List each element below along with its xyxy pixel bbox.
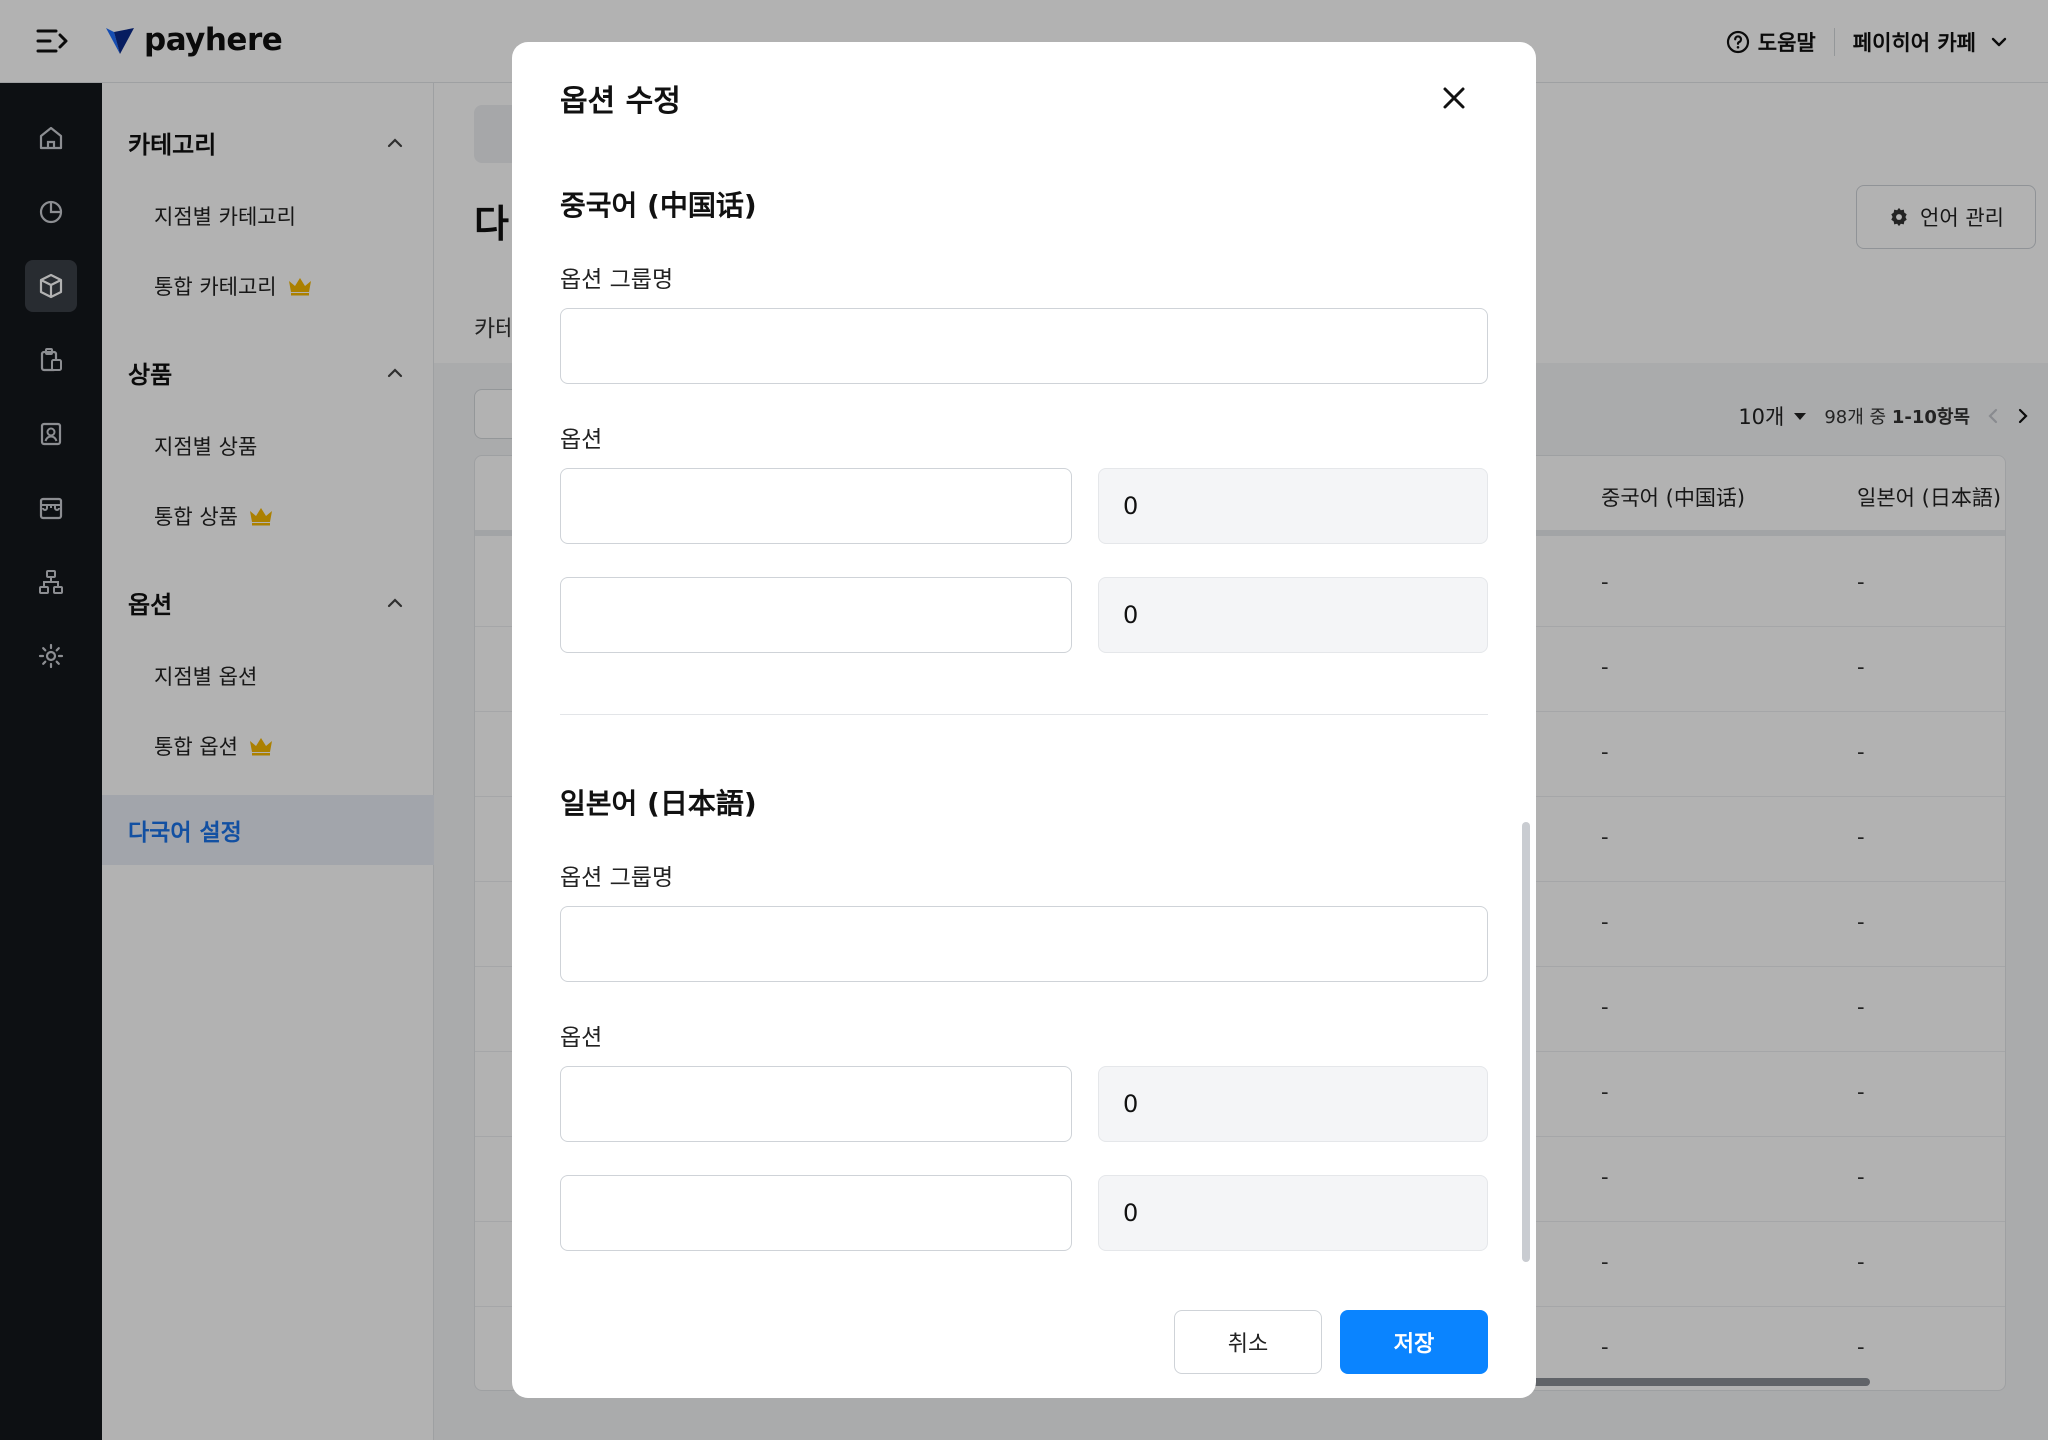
option-group-name-input[interactable]	[560, 308, 1488, 384]
options-label: 옵션	[560, 1025, 603, 1051]
option-group-name-input[interactable]	[560, 906, 1488, 982]
option-group-label: 옵션 그룹명	[560, 865, 674, 891]
option-price-input[interactable]: 0	[1098, 1175, 1488, 1251]
save-button[interactable]: 저장	[1340, 1310, 1488, 1374]
cancel-button[interactable]: 취소	[1174, 1310, 1322, 1374]
modal-scrollbar[interactable]	[1522, 822, 1530, 1262]
close-icon	[1443, 87, 1465, 109]
option-name-input[interactable]	[560, 468, 1072, 544]
option-edit-modal: 옵션 수정 중국어 (中国话) 옵션 그룹명 옵션 0 0 일본어 (日本語) …	[512, 42, 1536, 1398]
section-title-chinese: 중국어 (中国话)	[560, 189, 757, 222]
option-group-label: 옵션 그룹명	[560, 267, 674, 293]
option-price-input[interactable]: 0	[1098, 1066, 1488, 1142]
option-name-input[interactable]	[560, 1175, 1072, 1251]
option-name-input[interactable]	[560, 1066, 1072, 1142]
close-button[interactable]	[1436, 80, 1472, 116]
option-price-input[interactable]: 0	[1098, 468, 1488, 544]
modal-title: 옵션 수정	[560, 84, 681, 119]
option-name-input[interactable]	[560, 577, 1072, 653]
section-divider	[560, 714, 1488, 715]
section-title-japanese: 일본어 (日本語)	[560, 787, 757, 820]
options-label: 옵션	[560, 427, 603, 453]
option-price-input[interactable]: 0	[1098, 577, 1488, 653]
